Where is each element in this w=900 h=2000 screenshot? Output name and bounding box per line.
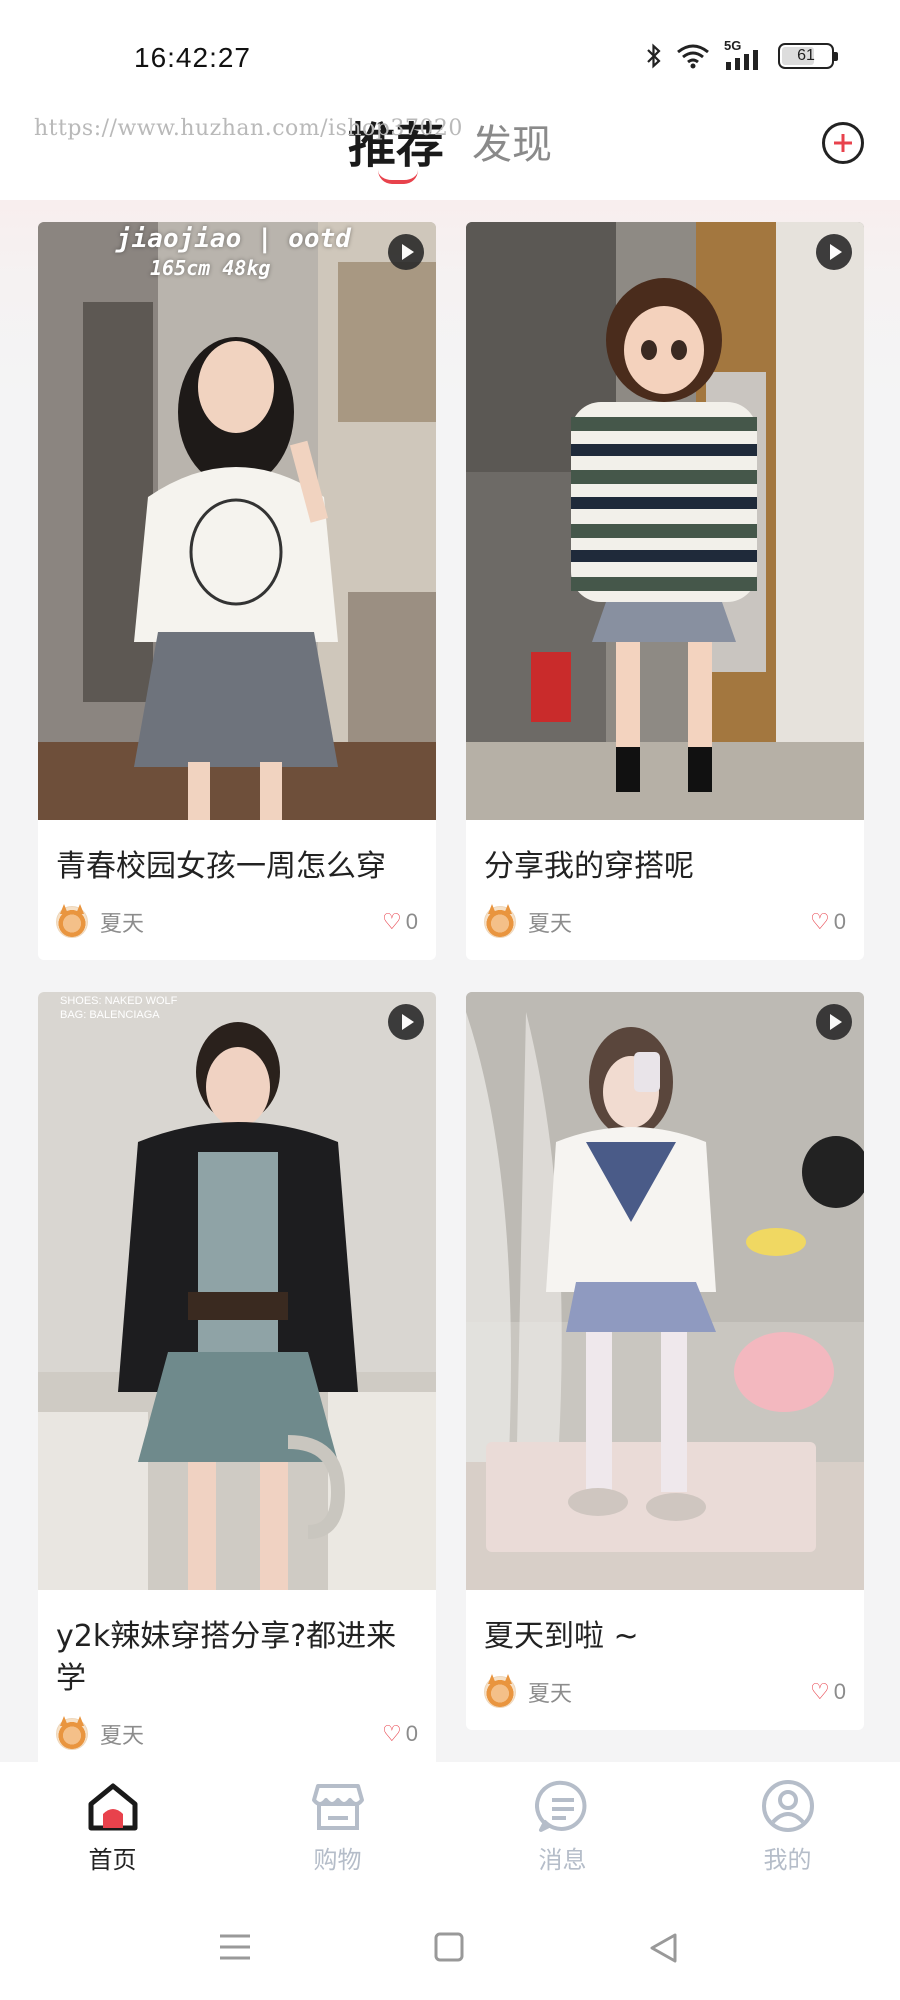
battery-icon: 61	[778, 43, 838, 69]
profile-icon	[761, 1780, 814, 1832]
heart-icon: ♡	[810, 1679, 830, 1704]
post-title[interactable]: 青春校园女孩一周怎么穿	[38, 820, 436, 888]
author-name[interactable]: 夏天	[528, 1676, 572, 1708]
status-time: 16:42:27	[134, 42, 251, 73]
like-count: 0	[833, 1679, 846, 1704]
add-post-button[interactable]	[822, 122, 864, 164]
nav-item-home[interactable]: 首页	[0, 1762, 225, 1892]
post-card[interactable]: 夏天到啦 ~ 夏天 ♡ 0	[466, 992, 864, 1730]
home-square-icon[interactable]	[434, 1932, 464, 1962]
like-button[interactable]: ♡ 0	[382, 1721, 418, 1747]
bluetooth-icon	[647, 43, 661, 69]
video-play-icon	[388, 1004, 424, 1040]
cover-overlay-text: jiaojiao | ootd	[116, 224, 351, 254]
home-icon	[88, 1783, 137, 1831]
author-avatar[interactable]	[484, 906, 516, 938]
post-card[interactable]: jiaojiao | ootd 165cm 48kg 青春校园女孩一周怎么穿 夏…	[38, 222, 436, 960]
video-play-icon	[816, 234, 852, 270]
nav-label: 购物	[313, 1846, 362, 1874]
nav-item-messages[interactable]: 消息	[450, 1762, 675, 1892]
system-navigation-bar	[0, 1892, 900, 2000]
post-cover-image[interactable]	[466, 222, 864, 820]
like-button[interactable]: ♡ 0	[810, 1679, 846, 1705]
back-icon[interactable]	[648, 1932, 678, 1964]
post-cover-image[interactable]	[466, 992, 864, 1590]
author-name[interactable]: 夏天	[100, 1718, 144, 1750]
video-play-icon	[816, 1004, 852, 1040]
nav-item-shop[interactable]: 购物	[225, 1762, 450, 1892]
cover-overlay-text: 165cm 48kg	[150, 256, 271, 280]
like-count: 0	[833, 909, 846, 934]
like-count: 0	[405, 909, 418, 934]
heart-icon: ♡	[382, 909, 402, 934]
like-button[interactable]: ♡ 0	[810, 909, 846, 935]
heart-icon: ♡	[382, 1721, 402, 1746]
post-cover-image[interactable]: SHOES: NAKED WOLF BAG: BALENCIAGA	[38, 992, 436, 1590]
status-bar: 16:42:27 5G 61	[0, 0, 900, 100]
author-avatar[interactable]	[56, 906, 88, 938]
nav-item-profile[interactable]: 我的	[675, 1762, 900, 1892]
nav-label: 消息	[538, 1846, 587, 1874]
tab-discover[interactable]: 发现	[472, 112, 552, 170]
post-card[interactable]: 分享我的穿搭呢 夏天 ♡ 0	[466, 222, 864, 960]
author-avatar[interactable]	[56, 1718, 88, 1750]
watermark-text: https://www.huzhan.com/ishop37020	[34, 116, 463, 141]
post-meta: 夏天 ♡ 0	[38, 888, 436, 960]
shop-icon	[311, 1784, 364, 1830]
bottom-nav: 首页 购物 消息 我的	[0, 1762, 900, 1892]
like-button[interactable]: ♡ 0	[382, 909, 418, 935]
battery-level: 61	[797, 47, 815, 64]
nav-label: 我的	[763, 1846, 812, 1874]
post-cover-image[interactable]: jiaojiao | ootd 165cm 48kg	[38, 222, 436, 820]
post-title[interactable]: 分享我的穿搭呢	[466, 820, 864, 888]
like-count: 0	[405, 1721, 418, 1746]
post-title[interactable]: 夏天到啦 ~	[466, 1590, 864, 1658]
wifi-icon	[677, 44, 709, 69]
post-meta: 夏天 ♡ 0	[466, 1658, 864, 1730]
nav-label: 首页	[88, 1846, 137, 1874]
post-meta: 夏天 ♡ 0	[466, 888, 864, 960]
author-avatar[interactable]	[484, 1676, 516, 1708]
post-card[interactable]: SHOES: NAKED WOLF BAG: BALENCIAGA y2k辣妹穿…	[38, 992, 436, 1772]
status-icons: 5G 61	[646, 38, 838, 70]
author-name[interactable]: 夏天	[528, 906, 572, 938]
author-name[interactable]: 夏天	[100, 906, 144, 938]
cover-overlay-text: SHOES: NAKED WOLF	[60, 995, 178, 1007]
message-icon	[534, 1780, 586, 1832]
cover-overlay-text: BAG: BALENCIAGA	[60, 1009, 160, 1021]
top-header: https://www.huzhan.com/ishop37020 推荐 发现	[0, 100, 900, 200]
menu-icon[interactable]	[218, 1932, 252, 1962]
video-play-icon	[388, 234, 424, 270]
post-title[interactable]: y2k辣妹穿搭分享?都进来学	[38, 1590, 436, 1700]
active-tab-indicator	[378, 170, 418, 184]
signal-icon: 5G	[724, 38, 764, 70]
heart-icon: ♡	[810, 909, 830, 934]
